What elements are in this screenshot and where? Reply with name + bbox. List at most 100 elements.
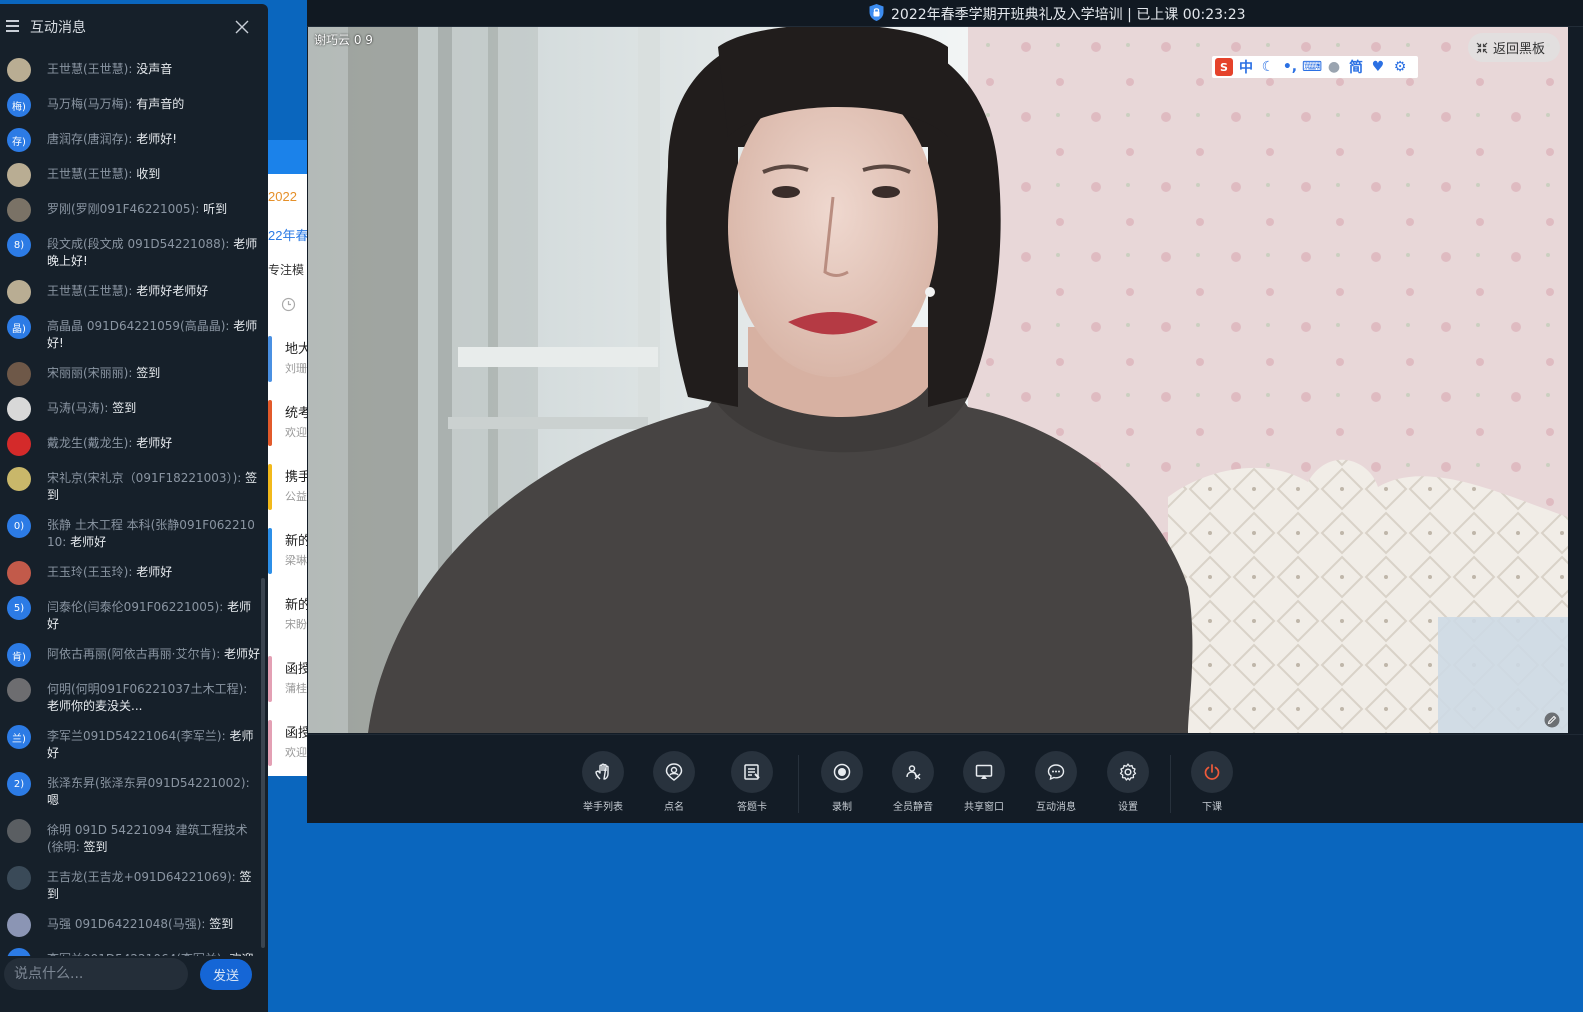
list-item-title: 新的 xyxy=(285,533,308,548)
avatar[interactable]: 2) xyxy=(7,772,31,796)
avatar[interactable]: 肯) xyxy=(7,643,31,667)
chat-sender-name: 王玉玲(王玉玲) xyxy=(47,565,129,579)
ime-logo-icon[interactable]: S xyxy=(1215,58,1233,76)
record-icon[interactable] xyxy=(821,751,863,793)
chat-sender-name: 宋礼京(宋礼京（091F18221003）) xyxy=(47,471,238,485)
ime-simplified-toggle[interactable]: 简 xyxy=(1347,58,1365,76)
avatar[interactable]: 0) xyxy=(7,514,31,538)
ime-moon-icon[interactable]: ☾ xyxy=(1259,58,1277,76)
chat-bubble-icon[interactable] xyxy=(1035,751,1077,793)
chat-message: 肯) 阿依古再丽(阿依古再丽·艾尔肯): 老师好 xyxy=(0,637,262,672)
avatar[interactable] xyxy=(7,432,31,456)
avatar[interactable]: 兰) xyxy=(7,725,31,749)
background-window: 2022 22年春 专注模 地大 刘珊 统考 欢迎 携手 公益 新的 梁琳 新的 宋盼 函授 蒲桂 函授… xyxy=(268,140,308,776)
chat-message: 何明(何明091F06221037土木工程): 老师你的麦没关... xyxy=(0,672,262,719)
close-icon[interactable] xyxy=(234,19,250,35)
raise-hand-icon[interactable] xyxy=(582,751,624,793)
chat-sender-name: 何明(何明091F06221037土木工程) xyxy=(47,682,244,696)
record-button[interactable]: 录制 xyxy=(812,751,872,813)
chat-bubble-button[interactable]: 互动消息 xyxy=(1026,751,1086,813)
avatar[interactable] xyxy=(7,866,31,890)
chat-message: 王世慧(王世慧): 老师好老师好 xyxy=(0,274,262,309)
chat-message-content: 老师你的麦没关... xyxy=(47,699,143,713)
ime-punctuation-icon[interactable]: •, xyxy=(1281,58,1299,76)
back-to-board-button[interactable]: 返回黑板 xyxy=(1468,33,1560,62)
share-window-icon[interactable] xyxy=(963,751,1005,793)
roll-call-button[interactable]: 点名 xyxy=(644,751,704,813)
avatar[interactable] xyxy=(7,913,31,937)
chat-message-content: 没声音 xyxy=(136,62,173,76)
list-item-marker xyxy=(268,528,272,574)
list-item-subtitle: 欢迎 xyxy=(285,747,307,759)
avatar[interactable]: 5) xyxy=(7,596,31,620)
chat-sender-name: 马万梅(马万梅) xyxy=(47,97,129,111)
chat-scrollbar[interactable] xyxy=(261,578,265,948)
list-item-subtitle: 梁琳 xyxy=(285,555,307,567)
list-item-marker xyxy=(268,720,272,766)
answer-card-button[interactable]: 答题卡 xyxy=(722,751,782,813)
power-icon[interactable] xyxy=(1191,751,1233,793)
avatar[interactable] xyxy=(7,561,31,585)
chat-message-content: 老师好! xyxy=(136,132,178,146)
avatar[interactable]: 兰) xyxy=(7,948,31,956)
video-stream[interactable]: 谢巧云 0 9 返回黑板 S 中 ☾ •, ⌨ ● 简 ♥ ⚙ xyxy=(308,27,1568,733)
avatar[interactable]: 梅) xyxy=(7,93,31,117)
background-list-item: 新的 宋盼 xyxy=(268,592,308,638)
power-button[interactable]: 下课 xyxy=(1182,751,1242,813)
chat-sender-name: 马涛(马涛) xyxy=(47,401,105,415)
settings-icon[interactable] xyxy=(1107,751,1149,793)
menu-icon[interactable] xyxy=(6,20,19,32)
ime-keyboard-icon[interactable]: ⌨ xyxy=(1302,58,1322,76)
avatar[interactable] xyxy=(7,397,31,421)
control-bar: 举手列表 点名 答题卡 录制 全员静音 共享窗口 互动消息 设置 下课 xyxy=(307,734,1583,823)
answer-card-icon[interactable] xyxy=(731,751,773,793)
avatar[interactable] xyxy=(7,678,31,702)
list-item-title: 地大 xyxy=(285,341,308,356)
ime-user-icon[interactable]: ● xyxy=(1325,58,1343,76)
avatar[interactable] xyxy=(7,819,31,843)
control-label: 设置 xyxy=(1118,802,1138,813)
settings-button[interactable]: 设置 xyxy=(1098,751,1158,813)
avatar[interactable] xyxy=(7,362,31,386)
send-button[interactable]: 发送 xyxy=(200,959,252,990)
chat-message-content: 签到 xyxy=(112,401,137,415)
avatar[interactable] xyxy=(7,198,31,222)
shrink-icon xyxy=(1476,42,1488,53)
chat-message-content: 老师好 xyxy=(136,565,173,579)
avatar[interactable] xyxy=(7,280,31,304)
chat-input[interactable] xyxy=(4,958,184,990)
chat-message: 兰) 李军兰091D54221064(李军兰): 老师好 xyxy=(0,719,262,766)
chat-message: 宋礼京(宋礼京（091F18221003）): 签到 xyxy=(0,461,262,508)
chat-message-text: 宋丽丽(宋丽丽): 签到 xyxy=(47,360,261,382)
list-item-marker xyxy=(268,400,272,446)
avatar[interactable]: 晶) xyxy=(7,315,31,339)
avatar[interactable]: 8) xyxy=(7,233,31,257)
control-divider xyxy=(798,755,799,813)
pen-icon[interactable] xyxy=(1544,712,1560,728)
chat-message-text: 马强 091D64221048(马强): 签到 xyxy=(47,911,261,933)
background-list-item: 新的 梁琳 xyxy=(268,528,308,574)
mute-all-button[interactable]: 全员静音 xyxy=(883,751,943,813)
avatar[interactable]: 存) xyxy=(7,128,31,152)
avatar[interactable] xyxy=(7,467,31,491)
chat-sender-name: 李军兰091D54221064(李军兰) xyxy=(47,729,222,743)
avatar[interactable] xyxy=(7,58,31,82)
ime-toolbar[interactable]: S 中 ☾ •, ⌨ ● 简 ♥ ⚙ xyxy=(1212,56,1418,78)
ime-skin-icon[interactable]: ♥ xyxy=(1369,58,1387,76)
chat-message-list[interactable]: 王世慧(王世慧): 没声音 梅) 马万梅(马万梅): 有声音的 存) 唐润存(唐润存):… xyxy=(0,52,262,956)
mute-all-icon[interactable] xyxy=(892,751,934,793)
list-item-title: 统考 xyxy=(285,405,308,420)
speaker-name-tag: 谢巧云 0 9 xyxy=(314,33,373,47)
chat-sender-name: 王世慧(王世慧) xyxy=(47,284,129,298)
chat-separator: : xyxy=(245,776,250,790)
roll-call-icon[interactable] xyxy=(653,751,695,793)
ime-lang-toggle[interactable]: 中 xyxy=(1237,58,1255,76)
share-window-button[interactable]: 共享窗口 xyxy=(954,751,1014,813)
ime-settings-icon[interactable]: ⚙ xyxy=(1391,58,1409,76)
list-item-subtitle: 公益 xyxy=(285,491,307,503)
chat-message: 5) 闫泰伦(闫泰伦091F06221005): 老师好 xyxy=(0,590,262,637)
chat-sender-name: 闫泰伦(闫泰伦091F06221005) xyxy=(47,600,220,614)
raise-hand-button[interactable]: 举手列表 xyxy=(573,751,633,813)
avatar[interactable] xyxy=(7,163,31,187)
chat-message-text: 闫泰伦(闫泰伦091F06221005): 老师好 xyxy=(47,594,261,633)
